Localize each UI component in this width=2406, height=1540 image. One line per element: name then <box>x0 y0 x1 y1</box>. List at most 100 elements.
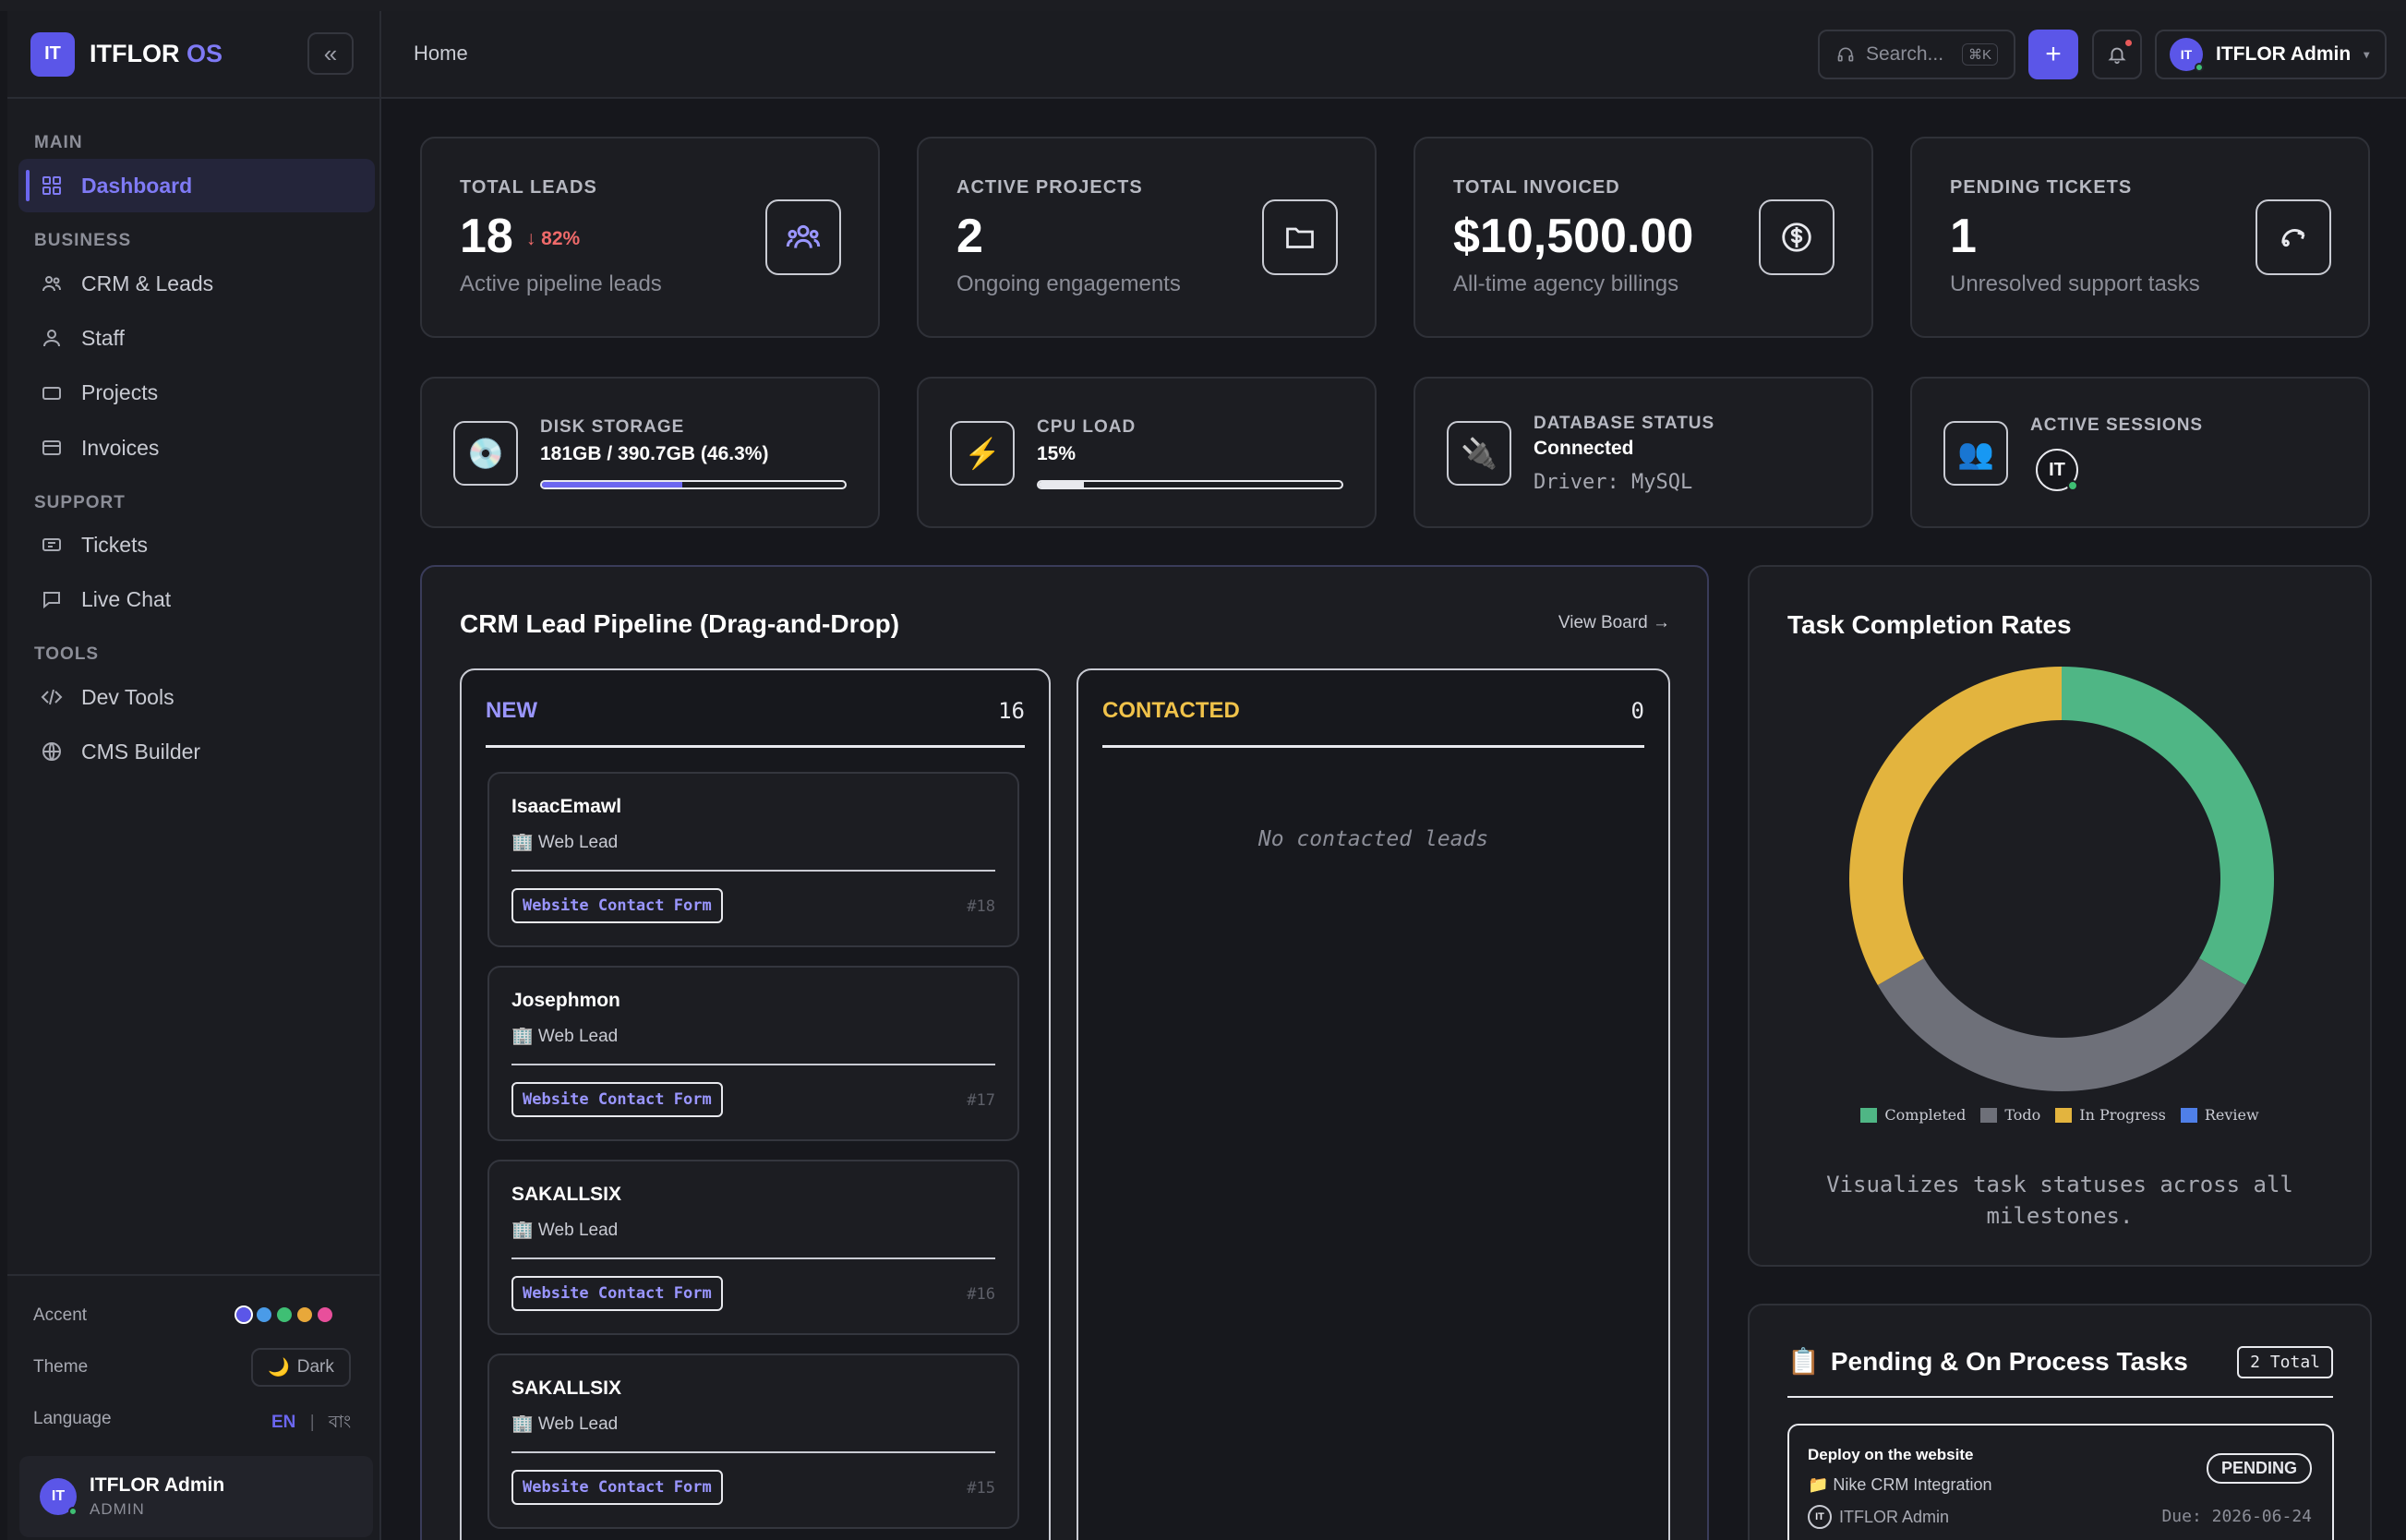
lead-card[interactable]: IsaacEmawl 🏢 Web Lead Website Contact Fo… <box>487 772 1019 947</box>
sidebar-item-dashboard[interactable]: Dashboard <box>18 159 375 212</box>
donut-slice-completed[interactable] <box>2062 667 2274 985</box>
session-avatar[interactable]: IT <box>2036 449 2078 491</box>
legend-item[interactable]: Todo <box>1980 1106 2040 1124</box>
pipeline-column-new[interactable]: NEW 16 IsaacEmawl 🏢 Web Lead Website Con… <box>460 668 1051 1540</box>
task-completion-card: Task Completion Rates Completed Todo In Pr… <box>1748 565 2372 1267</box>
kpi-card-active-projects[interactable]: ACTIVE PROJECTS 2 Ongoing engagements <box>917 137 1377 338</box>
dollar-icon <box>1759 199 1835 275</box>
sidebar-item-label: Invoices <box>81 435 160 460</box>
donut-chart <box>1849 667 2274 1091</box>
kpi-label: TOTAL INVOICED <box>1453 177 1620 198</box>
user-menu-button[interactable]: IT ITFLOR Admin ▾ <box>2155 30 2387 79</box>
avatar-initials: IT <box>2049 459 2065 480</box>
task-project: 📁 Nike CRM Integration <box>1808 1475 1992 1494</box>
chat-icon <box>43 592 60 609</box>
headset-icon <box>1837 47 1854 62</box>
legend-item[interactable]: Completed <box>1860 1106 1966 1124</box>
kpi-value: 18 ↓ 82% <box>460 209 580 264</box>
brand-name: ITFLOR OS <box>90 40 223 68</box>
breadcrumb[interactable]: Home <box>414 42 468 66</box>
section-support: SUPPORT <box>34 493 126 512</box>
kpi-label: PENDING TICKETS <box>1950 177 2133 198</box>
lead-id: #15 <box>967 1479 995 1498</box>
sidebar-item-staff[interactable]: Staff <box>18 311 375 365</box>
theme-value: Dark <box>296 1357 334 1377</box>
avatar-initials: IT <box>51 1488 66 1504</box>
add-button[interactable]: + <box>2028 30 2078 79</box>
accent-swatch-green[interactable] <box>277 1307 292 1322</box>
language-label: Language <box>33 1409 112 1428</box>
sidebar-item-tickets[interactable]: Tickets <box>18 518 375 571</box>
view-board-link[interactable]: View Board → <box>1558 613 1670 633</box>
legend-swatch <box>2055 1107 2073 1123</box>
lead-id: #18 <box>967 897 995 916</box>
accent-swatch-blue[interactable] <box>257 1307 271 1322</box>
legend-item[interactable]: Review <box>2180 1106 2259 1124</box>
kpi-card-total-leads[interactable]: TOTAL LEADS 18 ↓ 82% Active pipeline lead… <box>420 137 880 338</box>
lang-bn[interactable]: বাং <box>329 1413 351 1432</box>
donut-slice-todo[interactable] <box>1877 958 2246 1091</box>
sidebar-item-projects[interactable]: Projects <box>18 366 375 419</box>
chevron-down-icon: ▾ <box>2364 48 2370 61</box>
legend-label: Completed <box>1884 1106 1967 1124</box>
kpi-card-pending-tickets[interactable]: PENDING TICKETS 1 Unresolved support tas… <box>1910 137 2370 338</box>
progress-fill <box>542 482 682 487</box>
assignee-avatar: IT <box>1808 1505 1832 1529</box>
lang-en[interactable]: EN <box>271 1413 295 1432</box>
lead-id: #17 <box>967 1091 995 1110</box>
lead-card[interactable]: SAKALLSIX 🏢 Web Lead Website Contact For… <box>487 1160 1019 1335</box>
kpi-number: 18 <box>460 210 513 263</box>
kpi-label: ACTIVE PROJECTS <box>956 177 1143 198</box>
brand-accent: OS <box>186 40 223 67</box>
accent-swatch-orange[interactable] <box>297 1307 312 1322</box>
person-icon <box>43 330 60 347</box>
online-indicator <box>2067 480 2078 491</box>
kpi-subtitle: Unresolved support tasks <box>1950 271 2200 296</box>
accent-swatch-pink[interactable] <box>318 1307 332 1322</box>
legend-item[interactable]: In Progress <box>2055 1106 2166 1124</box>
sidebar-item-invoices[interactable]: Invoices <box>18 421 375 475</box>
divider <box>1787 1396 2333 1398</box>
notifications-button[interactable] <box>2092 30 2142 79</box>
lead-card[interactable]: SAKALLSIX 🏢 Web Lead Website Contact For… <box>487 1354 1019 1529</box>
pipeline-column-contacted[interactable]: CONTACTED 0 No contacted leads <box>1077 668 1670 1540</box>
sidebar-item-label: CMS Builder <box>81 739 201 764</box>
logo-icon[interactable]: IT <box>30 31 75 77</box>
donut-slice-in-progress[interactable] <box>1849 667 2062 985</box>
user-name: ITFLOR Admin <box>2216 43 2352 65</box>
kpi-card-total-invoiced[interactable]: TOTAL INVOICED $10,500.00 All-time agenc… <box>1414 137 1873 338</box>
lead-type: 🏢 Web Lead <box>511 1221 619 1240</box>
kpi-value: $10,500.00 <box>1453 210 1694 263</box>
sidebar-item-cms-builder[interactable]: CMS Builder <box>18 725 375 778</box>
accent-swatches <box>231 1305 332 1327</box>
online-indicator <box>2195 63 2204 72</box>
top-strip <box>0 0 2406 11</box>
sidebar-item-label: Tickets <box>81 532 148 557</box>
sidebar-item-crm[interactable]: CRM & Leads <box>18 257 375 310</box>
column-count: 0 <box>1630 698 1644 724</box>
sidebar-item-label: Projects <box>81 379 159 404</box>
grid-icon <box>42 176 61 195</box>
task-item[interactable]: Deploy on the website 📁 Nike CRM Integra… <box>1787 1424 2334 1540</box>
system-card-disk: 💿 DISK STORAGE 181GB / 390.7GB (46.3%) <box>420 377 880 528</box>
legend-label: Review <box>2204 1106 2259 1124</box>
tasks-header: 📋 Pending & On Process Tasks <box>1787 1346 2188 1377</box>
task-title: Deploy on the website <box>1808 1446 1974 1463</box>
collapse-sidebar-button[interactable]: « <box>307 32 354 75</box>
section-business: BUSINESS <box>34 231 132 250</box>
theme-toggle[interactable]: 🌙 Dark <box>251 1348 351 1387</box>
sidebar-item-live-chat[interactable]: Live Chat <box>18 572 375 626</box>
lead-card[interactable]: Josephmon 🏢 Web Lead Website Contact For… <box>487 966 1019 1141</box>
accent-swatch-indigo[interactable] <box>235 1305 253 1324</box>
lead-name: IsaacEmawl <box>511 796 622 817</box>
sidebar-user-card[interactable]: IT ITFLOR Admin ADMIN <box>19 1456 373 1537</box>
assignee-name: ITFLOR Admin <box>1839 1507 1950 1526</box>
sidebar-item-dev-tools[interactable]: Dev Tools <box>18 670 375 724</box>
accent-label: Accent <box>33 1305 88 1325</box>
avatar: IT <box>2170 38 2204 72</box>
column-count: 16 <box>998 698 1025 724</box>
system-card-cpu: ⚡ CPU LOAD 15% <box>917 377 1377 528</box>
legend-swatch <box>1860 1107 1878 1123</box>
search-input[interactable]: Search... ⌘K <box>1818 30 2015 79</box>
avatar-initials: IT <box>2180 47 2193 62</box>
